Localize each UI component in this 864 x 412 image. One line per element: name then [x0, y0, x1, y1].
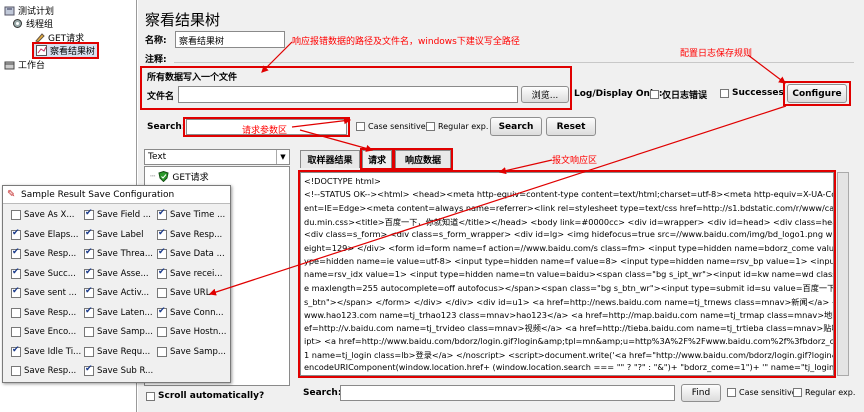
path-arrow — [261, 41, 293, 73]
annotation-arrows — [208, 41, 787, 296]
log-rule-arrow — [747, 54, 786, 84]
response-arrow — [498, 159, 553, 175]
configure-dialog-arrow — [208, 105, 787, 296]
param-arrow-input — [291, 117, 352, 128]
param-arrow-tab — [299, 129, 374, 152]
